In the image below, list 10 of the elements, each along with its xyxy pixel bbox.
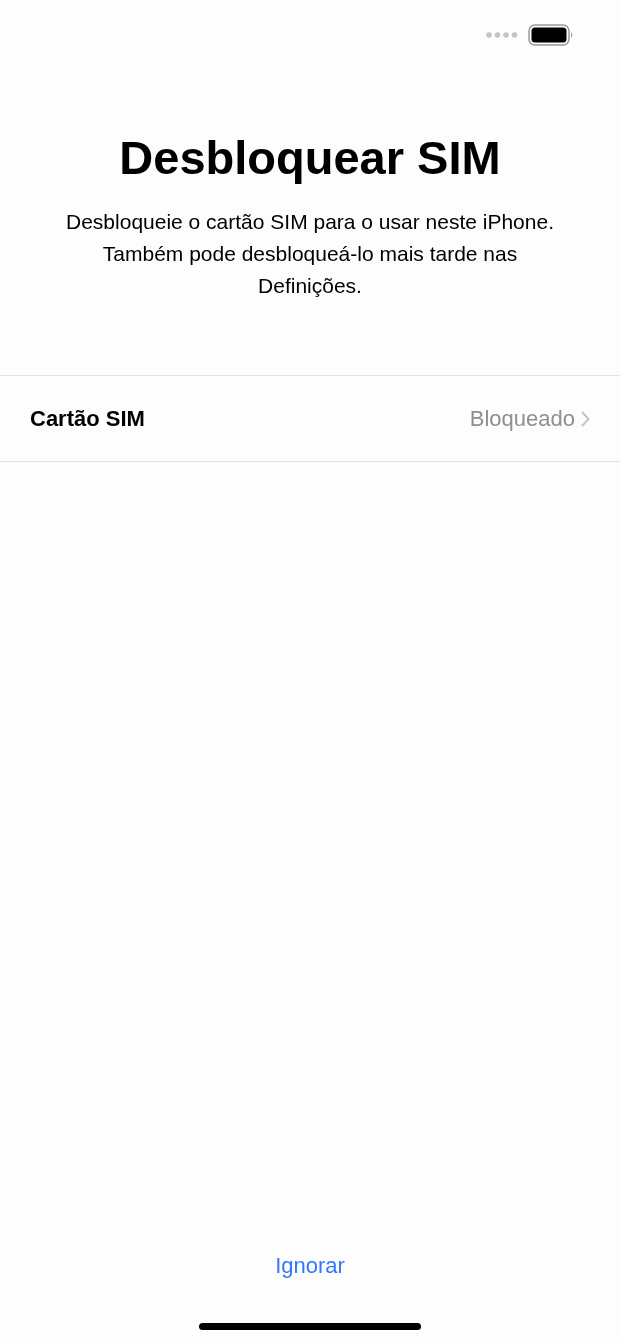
- battery-icon: [528, 23, 574, 46]
- description-text: Desbloqueie o cartão SIM para o usar neste iPhone. Também pode desbloqueá-lo mais tarde nas Definições.: [65, 209, 555, 299]
- row-label: Cartão SIM: [30, 405, 145, 433]
- sim-card-row[interactable]: Cartão SIM Bloqueado: [0, 375, 620, 462]
- chevron-right-icon: [581, 410, 590, 427]
- signal-icon: [486, 31, 518, 38]
- home-indicator[interactable]: [199, 1323, 421, 1330]
- row-value: Bloqueado: [469, 405, 575, 433]
- page-title: Desbloquear SIM: [119, 130, 501, 186]
- skip-button[interactable]: Ignorar: [267, 1245, 353, 1286]
